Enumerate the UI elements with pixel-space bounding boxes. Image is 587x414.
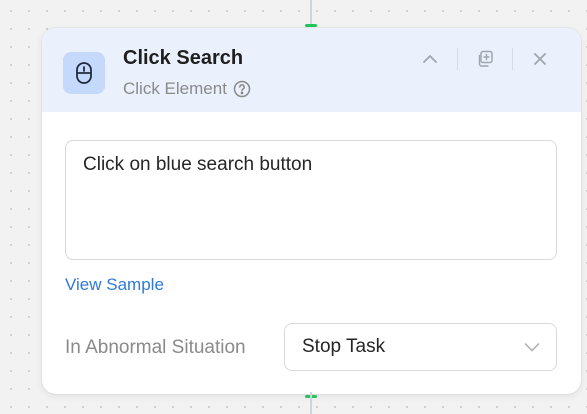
select-value: Stop Task xyxy=(302,336,386,357)
step-title: Click Search xyxy=(123,47,244,69)
step-subtitle-row: Click Element xyxy=(123,79,251,99)
close-icon xyxy=(534,53,546,65)
view-sample-link[interactable]: View Sample xyxy=(65,275,164,295)
duplicate-button[interactable] xyxy=(470,46,500,72)
chevron-up-icon xyxy=(423,55,437,63)
close-button[interactable] xyxy=(525,46,555,72)
copy-icon xyxy=(478,50,493,67)
header-actions xyxy=(415,46,555,72)
instruction-textarea[interactable]: Click on blue search button xyxy=(65,140,557,260)
abnormal-situation-select[interactable]: Stop Task xyxy=(284,323,557,371)
connector-handle-top[interactable] xyxy=(305,24,317,27)
connector-line-top xyxy=(310,0,312,24)
collapse-button[interactable] xyxy=(415,46,445,72)
header-divider xyxy=(512,48,513,70)
step-card-header: Click Search Click Element xyxy=(42,28,581,112)
mouse-icon xyxy=(76,62,92,84)
abnormal-situation-label: In Abnormal Situation xyxy=(65,337,246,358)
connector-line-bottom xyxy=(310,392,312,414)
chevron-down-icon xyxy=(524,343,540,352)
step-type-label: Click Element xyxy=(123,79,227,98)
step-type-icon xyxy=(63,52,105,94)
header-divider xyxy=(457,48,458,70)
step-card[interactable]: Click Search Click Element Click on blue… xyxy=(42,28,581,394)
help-icon[interactable] xyxy=(233,80,251,98)
instruction-text: Click on blue search button xyxy=(83,154,313,175)
